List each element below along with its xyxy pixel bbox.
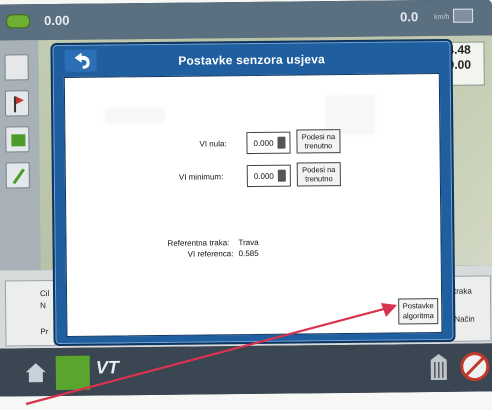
dialog-title: Postavke senzora usjeva (178, 52, 326, 68)
flag-tool-button[interactable] (4, 90, 30, 117)
vi-nula-button-line2: trenutno (304, 141, 333, 151)
left-toolbar (0, 40, 41, 271)
algorithm-settings-button[interactable]: Postavke algoritma (398, 298, 439, 325)
vt-button[interactable]: VT (96, 357, 119, 378)
brand-logo (6, 14, 31, 29)
pencil-icon (12, 168, 25, 185)
photo-stage: 0.00 0.0 km/h 4.48 0.00 Cil N Pr traka N… (0, 0, 492, 410)
menu-tool-button[interactable] (4, 54, 29, 81)
top-status-bar: 0.00 0.0 km/h (0, 0, 492, 41)
field-icon (11, 134, 26, 147)
algorithm-button-line1: Postavke (402, 301, 434, 311)
keypad-icon (277, 136, 286, 149)
lower-left-label-3: Pr (40, 327, 49, 337)
vi-minimum-value: 0.000 (253, 171, 274, 181)
keypad-icon (277, 169, 286, 182)
bin-icon[interactable] (428, 352, 450, 382)
vi-minimum-label: VI minimum: (178, 172, 224, 182)
marker-tool-button[interactable] (5, 162, 30, 189)
disabled-status-icon[interactable] (458, 349, 492, 383)
dialog-body: VI nula: 0.000 Podesi na trenutno VI min… (63, 73, 443, 337)
top-left-value: 0.00 (44, 12, 70, 29)
field-tool-button[interactable] (5, 126, 30, 153)
vi-nula-label: VI nula: (199, 139, 227, 149)
speed-value: 0.0 (400, 9, 419, 25)
flag-icon (13, 96, 24, 113)
glare-spot (105, 106, 166, 124)
lower-left-label-2: N (40, 301, 46, 311)
vi-nula-value: 0.000 (253, 138, 274, 148)
lower-right-label-1: traka (453, 286, 472, 296)
vi-minimum-button-line1: Podesi na (302, 165, 336, 175)
home-icon[interactable] (22, 358, 50, 386)
battery-icon[interactable] (453, 8, 474, 23)
vi-reference-value: 0.585 (238, 248, 259, 259)
crop-sensor-settings-dialog: Postavke senzora usjeva VI nula: 0.000 P… (50, 38, 456, 347)
bottom-toolbar: VT (0, 343, 492, 397)
lower-right-label-2: Način (454, 314, 475, 324)
speed-unit: km/h (434, 13, 450, 21)
algorithm-button-line2: algoritma (402, 311, 434, 321)
lower-left-panel: Cil N Pr (4, 279, 56, 347)
vi-nula-button-line1: Podesi na (301, 132, 336, 142)
reference-strip-value: Trava (238, 237, 259, 248)
lower-left-label-1: Cil (39, 289, 50, 299)
vi-nula-input[interactable]: 0.000 (246, 131, 291, 155)
vi-minimum-input[interactable]: 0.000 (246, 164, 291, 188)
active-app-button[interactable] (55, 355, 90, 390)
reference-strip-label: Referentna traka: (167, 238, 230, 248)
vi-minimum-button-line2: trenutno (305, 174, 333, 184)
vi-nula-set-current-button[interactable]: Podesi na trenutno (296, 129, 341, 154)
vi-reference-label: VI referenca: (187, 249, 234, 259)
vi-minimum-set-current-button[interactable]: Podesi na trenutno (296, 162, 341, 187)
